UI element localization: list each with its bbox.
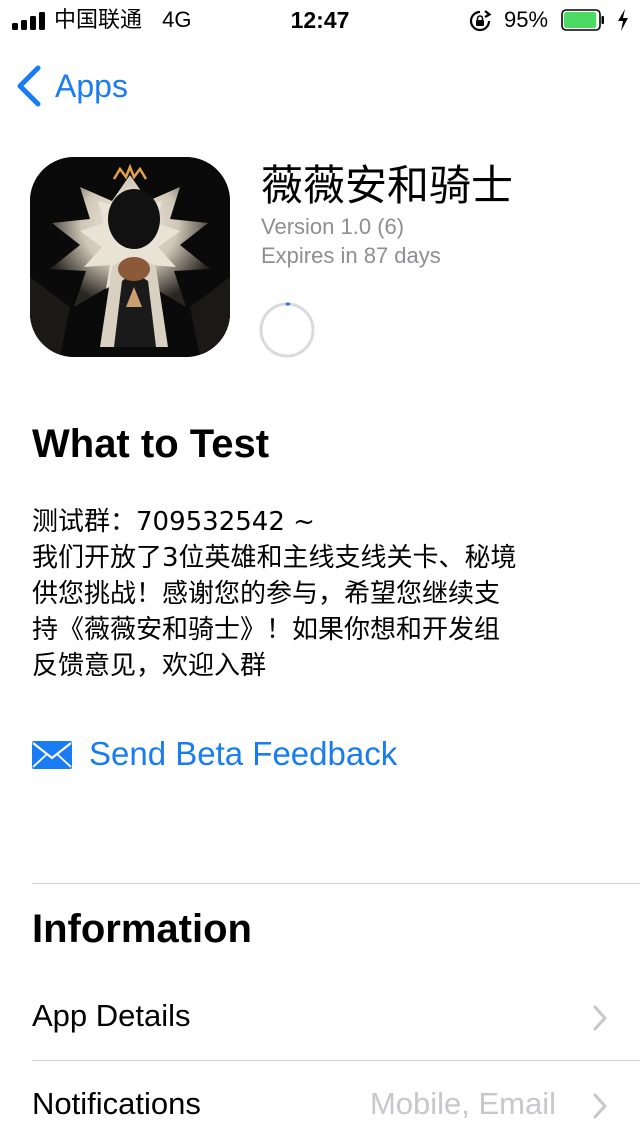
- chevron-right-icon: [593, 1093, 607, 1119]
- notifications-label: Notifications: [32, 1086, 201, 1121]
- test-notes-line: 供您挑战！感谢您的参与，希望您继续支: [32, 579, 501, 609]
- row-divider: [32, 1060, 640, 1061]
- battery-icon: [561, 9, 604, 31]
- app-version: Version 1.0 (6): [261, 214, 405, 239]
- what-to-test-title: What to Test: [32, 422, 270, 466]
- envelope-icon: [32, 741, 72, 769]
- status-bar: 中国联通 4G 12:47 95%: [0, 0, 640, 40]
- test-notes: 测试群：709532542 ~ 我们开放了3位英雄和主线支线关卡、秘境 供您挑战…: [32, 504, 612, 684]
- back-label: Apps: [55, 68, 128, 104]
- send-beta-feedback-label: Send Beta Feedback: [89, 735, 398, 772]
- send-beta-feedback-button[interactable]: Send Beta Feedback: [30, 730, 450, 780]
- app-details-label: App Details: [32, 998, 191, 1033]
- battery-percent: 95%: [504, 7, 549, 32]
- chevron-left-icon: [17, 65, 41, 107]
- notifications-row[interactable]: Notifications Mobile, Email: [32, 1070, 640, 1140]
- chevron-right-icon: [593, 1005, 607, 1031]
- app-expiry: Expires in 87 days: [261, 243, 441, 268]
- rotation-lock-icon: [469, 10, 492, 32]
- charging-bolt-icon: [618, 9, 628, 31]
- install-progress-button[interactable]: [258, 301, 316, 359]
- test-notes-line: 我们开放了3位英雄和主线支线关卡、秘境: [32, 543, 517, 573]
- test-notes-line: 测试群：709532542 ~: [32, 507, 315, 537]
- back-button[interactable]: Apps: [14, 60, 194, 112]
- test-notes-line: 反馈意见，欢迎入群: [32, 651, 267, 681]
- app-name: 薇薇安和骑士: [261, 161, 514, 210]
- app-icon: [30, 157, 230, 357]
- app-details-row[interactable]: App Details: [32, 982, 640, 1052]
- test-notes-line: 持《薇薇安和骑士》！如果你想和开发组: [32, 615, 501, 645]
- app-artwork-icon: [30, 157, 230, 357]
- information-title: Information: [32, 907, 252, 951]
- notifications-value: Mobile, Email: [369, 1086, 556, 1121]
- section-divider: [32, 883, 640, 884]
